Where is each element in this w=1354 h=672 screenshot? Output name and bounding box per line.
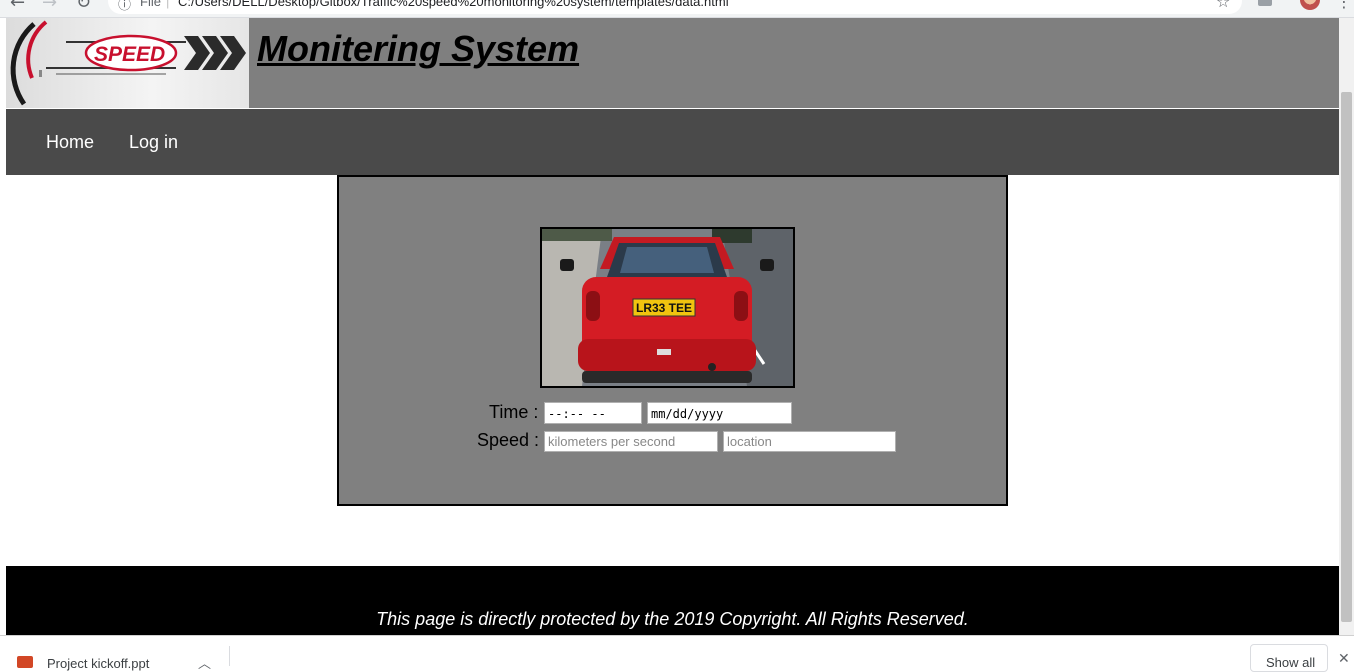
scrollbar-thumb[interactable] (1341, 92, 1352, 622)
shelf-divider (229, 646, 230, 666)
arrow-left-icon[interactable]: ← (10, 0, 25, 13)
vehicle-data-panel: LR33 TEE Time : --:-- -- mm/dd/yyyy Spee… (337, 175, 1008, 506)
page-title: Monitering System (257, 28, 580, 69)
address-separator: | (166, 0, 170, 9)
extension-icon[interactable] (1258, 0, 1272, 6)
speed-input[interactable] (544, 431, 718, 452)
address-scheme: File (140, 0, 161, 9)
download-file-name[interactable]: Project kickoff.ppt (47, 656, 149, 671)
site-header: SPEED Monitering System (6, 18, 1339, 108)
show-all-button[interactable]: Show all (1250, 644, 1328, 672)
license-plate: LR33 TEE (636, 301, 692, 315)
chevron-up-icon[interactable]: ︿ (198, 653, 211, 672)
powerpoint-file-icon (17, 656, 33, 668)
speed-label: Speed : (477, 430, 540, 450)
address-url[interactable]: C:/Users/DELL/Desktop/Gitbox/Traffic%20s… (178, 0, 729, 9)
browser-menu-icon[interactable]: ⋮ (1336, 0, 1352, 11)
nav-home-link[interactable]: Home (46, 132, 94, 153)
page-scrollbar[interactable] (1339, 18, 1354, 635)
vehicle-photo: LR33 TEE (540, 227, 795, 388)
profile-avatar[interactable] (1300, 0, 1320, 10)
reload-icon[interactable]: ↻ (76, 0, 91, 13)
main-nav: Home Log in (6, 109, 1339, 175)
speed-logo: SPEED (6, 18, 249, 108)
nav-login-link[interactable]: Log in (129, 132, 178, 153)
arrow-right-icon[interactable]: → (42, 0, 57, 13)
logo-text: SPEED (94, 43, 165, 66)
copyright-text: This page is directly protected by the 2… (376, 609, 969, 629)
bookmark-star-icon[interactable]: ☆ (1216, 0, 1230, 11)
download-shelf: Project kickoff.ppt ︿ Show all ✕ (0, 635, 1354, 672)
date-input[interactable]: mm/dd/yyyy (647, 402, 792, 424)
browser-toolbar: ← → ↻ ⓘ File | C:/Users/DELL/Desktop/Git… (0, 0, 1354, 18)
time-input[interactable]: --:-- -- (544, 402, 642, 424)
location-input[interactable] (723, 431, 896, 452)
time-label: Time : (489, 402, 539, 422)
info-icon[interactable]: ⓘ (118, 0, 131, 13)
site-footer: This page is directly protected by the 2… (6, 566, 1339, 635)
